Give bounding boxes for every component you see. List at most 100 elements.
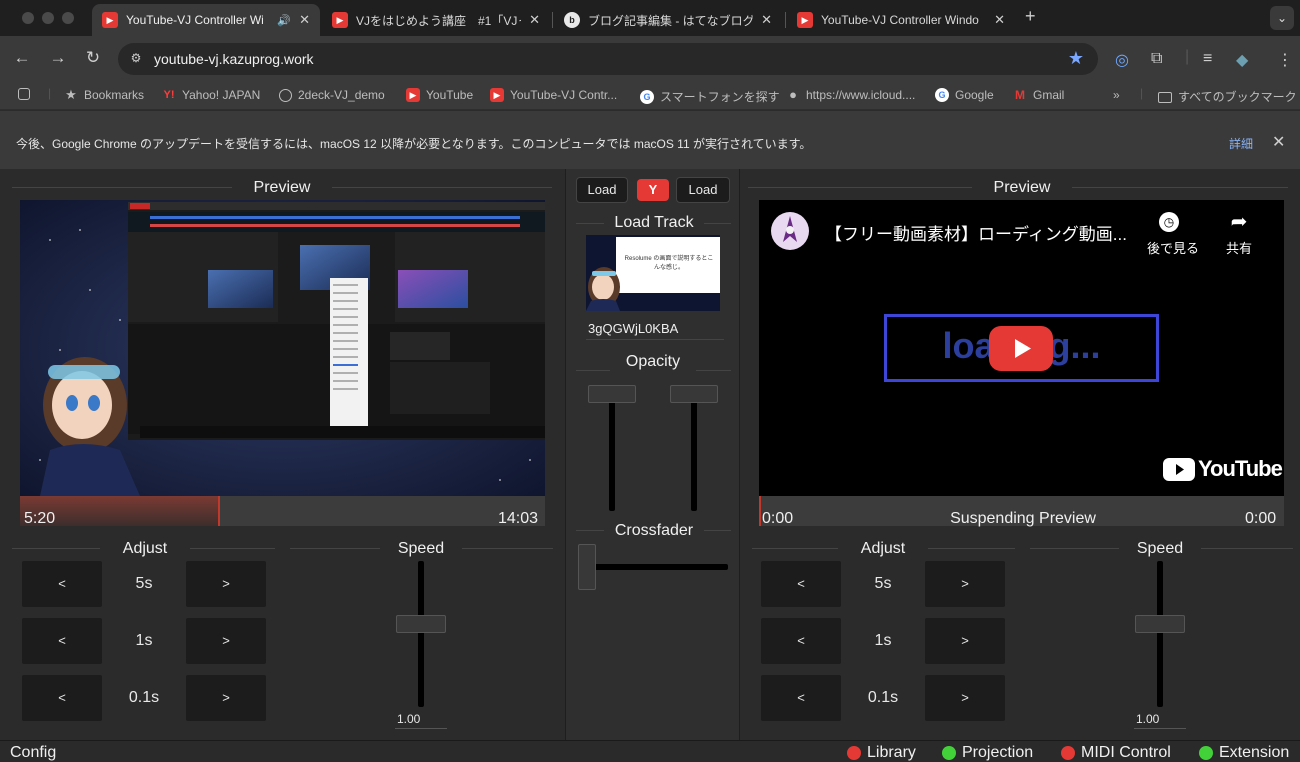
config-button[interactable]: Config [10,744,56,762]
preview-title: Preview [232,179,332,197]
seek-back-0.1s-button[interactable]: < [761,675,841,721]
bookmark-gmail[interactable]: M Gmail [1013,88,1064,102]
video-title[interactable]: 【フリー動画素材】ローディング動画... [825,220,1145,245]
seek-back-1s-button[interactable]: < [22,618,102,664]
status-projection[interactable]: Projection [942,744,1033,762]
window-minimize-dot[interactable] [42,12,54,24]
youtube-play-button[interactable] [989,326,1053,371]
crossfader-thumb[interactable] [578,544,596,590]
right-speed-slider-thumb[interactable] [1135,615,1185,633]
crossfader-title: Crossfader [604,522,704,540]
reading-list-icon[interactable]: ≡ [1203,50,1212,68]
all-bookmarks[interactable]: すべてのブックマーク [1158,88,1297,105]
share-button[interactable]: ➦ 共有 [1217,212,1261,257]
close-tab-icon[interactable]: ✕ [299,12,310,28]
seek-back-5s-button[interactable]: < [761,561,841,607]
info-message: 今後、Google Chrome のアップデートを受信するには、macOS 12… [16,137,812,151]
left-opacity-slider-thumb[interactable] [588,385,636,403]
youtube-icon: ▶ [490,88,504,102]
bookmarks-bar: | ★ Bookmarks Y! Yahoo! JAPAN 2deck-VJ_dem… [0,82,1300,110]
channel-avatar[interactable] [771,212,809,250]
status-dot [1061,746,1075,760]
right-opacity-slider-track[interactable] [691,385,697,511]
reload-icon[interactable]: ↻ [82,48,104,68]
track-id: 3gQGWjL0KBA [588,321,679,336]
right-opacity-slider-thumb[interactable] [670,385,718,403]
seek-forward-1s-button[interactable]: > [925,618,1005,664]
track-thumbnail[interactable]: Resolume の画面で説明するとこんな感じ。 [586,235,720,311]
tab-youtube-vj-controller[interactable]: ▶ YouTube-VJ Controller Wi 🔊 ✕ [92,4,320,36]
window-zoom-dot[interactable] [62,12,74,24]
bookmark-label: https://www.icloud.... [806,88,916,102]
seek-forward-0.1s-button[interactable]: > [925,675,1005,721]
left-speed-slider-track[interactable] [418,561,424,707]
bookmark-star-icon[interactable]: ★ [1068,48,1084,69]
seek-forward-5s-button[interactable]: > [186,561,266,607]
bookmarks-overflow-icon[interactable]: » [1113,88,1120,102]
right-speed-slider-track[interactable] [1157,561,1163,707]
tab-hatena-blog[interactable]: b ブログ記事編集 - はてなブログ ✕ [554,4,782,36]
tab-vj-course[interactable]: ▶ VJをはじめよう講座 #1「VJっ ✕ [322,4,550,36]
youtube-icon: ▶ [102,12,118,28]
crossfader-track[interactable] [584,564,728,570]
new-tab-icon[interactable]: + [1025,6,1036,27]
apps-grid-icon[interactable] [18,88,36,100]
chrome-sync-icon[interactable]: ◎ [1115,50,1129,70]
seek-forward-1s-button[interactable]: > [186,618,266,664]
right-preview-screen[interactable]: 【フリー動画素材】ローディング動画... ◷ 後で見る ➦ 共有 loading… [759,200,1284,496]
seek-forward-5s-button[interactable]: > [925,561,1005,607]
close-tab-icon[interactable]: ✕ [994,12,1005,28]
seek-back-5s-button[interactable]: < [22,561,102,607]
share-label: 共有 [1225,241,1252,256]
url-text[interactable]: youtube-vj.kazuprog.work [154,51,314,67]
youtube-search-button[interactable]: Y [637,179,669,201]
left-duration: 14:03 [498,510,539,527]
youtube-icon: ▶ [797,12,813,28]
info-details-link[interactable]: 詳細 [1229,135,1253,152]
back-arrow-icon[interactable]: ← [11,48,33,68]
site-settings-icon[interactable]: ⚙ [128,51,144,67]
globe-icon [279,88,292,102]
profile-avatar-icon[interactable]: ◆ [1236,50,1248,70]
tab-youtube-vj-window[interactable]: ▶ YouTube-VJ Controller Windo ✕ [787,4,1015,36]
left-speed-slider-thumb[interactable] [396,615,446,633]
seek-back-0.1s-button[interactable]: < [22,675,102,721]
left-seek-bar[interactable] [20,496,545,526]
bookmark-label: Gmail [1033,88,1065,102]
bookmark-yahoo[interactable]: Y! Yahoo! JAPAN [162,88,261,102]
tab-divider [785,12,786,28]
bookmark-2deck-demo[interactable]: 2deck-VJ_demo [279,88,385,102]
bookmark-bookmarks[interactable]: ★ Bookmarks [64,88,144,103]
seek-forward-0.1s-button[interactable]: > [186,675,266,721]
address-bar[interactable]: ⚙ youtube-vj.kazuprog.work ★ [118,43,1098,75]
bookmark-youtube-vj[interactable]: ▶ YouTube-VJ Contr... [490,88,617,102]
status-extension[interactable]: Extension [1199,744,1289,762]
youtube-logo[interactable]: YouTube [1163,456,1283,482]
close-tab-icon[interactable]: ✕ [529,12,540,28]
adjust-label-5s: 5s [874,575,892,592]
status-library[interactable]: Library [847,744,916,762]
watch-later-button[interactable]: ◷ 後で見る [1147,212,1199,257]
youtube-wordmark: YouTube [1198,456,1283,481]
left-opacity-slider-track[interactable] [609,385,615,511]
tab-search-chevron-icon[interactable]: ⌄ [1270,6,1294,30]
bookmark-icloud[interactable]: ● https://www.icloud.... [786,88,916,103]
forward-arrow-icon[interactable]: → [47,48,69,68]
load-right-button[interactable]: Load [676,177,730,203]
seek-back-1s-button[interactable]: < [761,618,841,664]
adjust-title: Adjust [838,540,928,558]
bookmark-youtube[interactable]: ▶ YouTube [406,88,473,102]
google-icon: G [935,88,949,102]
left-current-time: 5:20 [24,510,56,527]
menu-dots-icon[interactable]: ⋮ [1277,50,1293,70]
extensions-puzzle-icon[interactable]: ⧉ [1151,50,1162,68]
speaker-icon[interactable]: 🔊 [277,14,291,27]
bookmark-find-phone[interactable]: G スマートフォンを探す [640,88,780,105]
status-midi-control[interactable]: MIDI Control [1061,744,1171,762]
load-left-button[interactable]: Load [576,177,628,203]
window-close-dot[interactable] [22,12,34,24]
bookmark-google[interactable]: G Google [935,88,994,102]
close-icon[interactable]: ✕ [1272,132,1285,152]
thumbnail-caption: Resolume の画面で説明するとこんな感じ。 [624,256,714,271]
close-tab-icon[interactable]: ✕ [761,12,772,28]
